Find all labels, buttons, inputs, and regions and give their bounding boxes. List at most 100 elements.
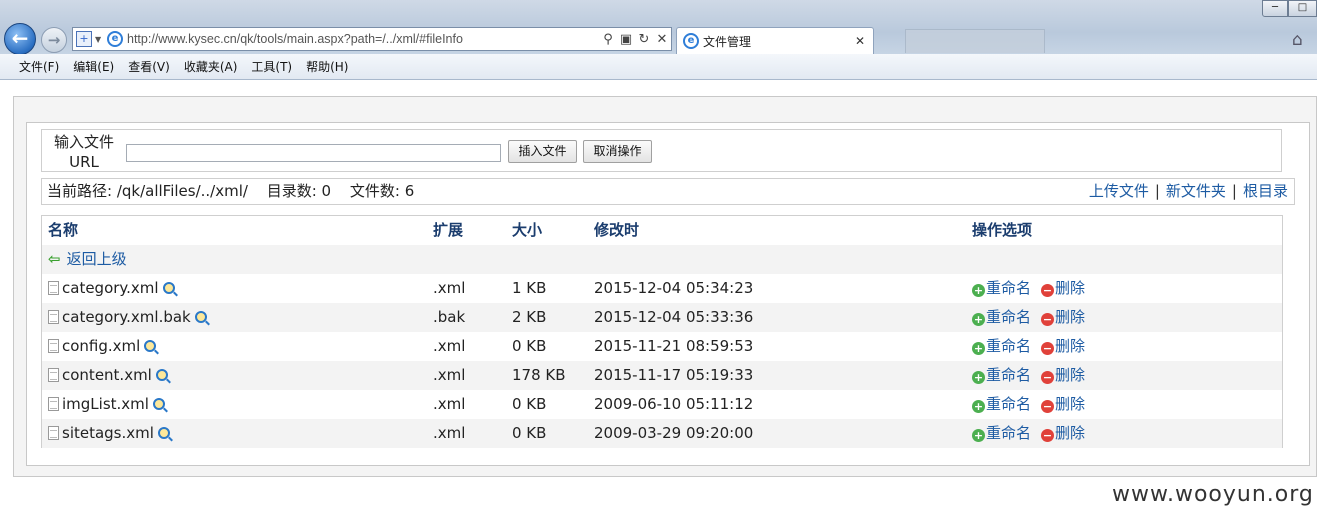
file-table: 名称 扩展 大小 修改时 操作选项 ⇦ 返回上级 category.xml .xm… (41, 215, 1283, 448)
file-size: 0 KB (512, 395, 547, 413)
file-count: 文件数: 6 (349, 182, 415, 200)
back-button[interactable]: ← (4, 23, 36, 55)
file-ext: .xml (433, 337, 466, 355)
page-icon[interactable]: + (76, 31, 92, 47)
preview-icon[interactable] (152, 398, 165, 410)
tab-label: 文件管理 (703, 34, 752, 49)
preview-icon[interactable] (155, 369, 168, 381)
new-folder-link[interactable]: 新文件夹 (1166, 182, 1226, 200)
rename-button[interactable]: + 重命名 (972, 337, 1031, 355)
menu-edit[interactable]: 编辑(E) (66, 58, 121, 75)
file-manager-panel: 输入文件URL 插入文件 取消操作 当前路径: /qk/allFiles/../… (26, 122, 1310, 466)
root-dir-link[interactable]: 根目录 (1243, 182, 1288, 200)
file-icon (48, 339, 59, 353)
close-icon[interactable]: ✕ (855, 34, 873, 48)
delete-button[interactable]: − 删除 (1041, 366, 1085, 384)
delete-button[interactable]: − 删除 (1041, 279, 1085, 297)
preview-icon[interactable] (162, 282, 175, 294)
tab-background[interactable] (905, 29, 1045, 53)
forward-button[interactable]: → (41, 27, 67, 53)
menu-view[interactable]: 查看(V) (121, 58, 177, 75)
minus-icon: − (1041, 284, 1055, 297)
ie-logo-icon: e (107, 31, 123, 47)
outer-panel: 输入文件URL 插入文件 取消操作 当前路径: /qk/allFiles/../… (13, 96, 1317, 477)
delete-button[interactable]: − 删除 (1041, 395, 1085, 413)
rename-button[interactable]: + 重命名 (972, 395, 1031, 413)
separator: | (1231, 182, 1237, 200)
home-icon[interactable]: ⌂ (1292, 30, 1303, 50)
file-size: 1 KB (512, 279, 547, 297)
menu-favorites[interactable]: 收藏夹(A) (177, 58, 245, 75)
plus-icon: + (972, 284, 985, 297)
menu-help[interactable]: 帮助(H) (299, 58, 355, 75)
watermark: www.wooyun.org (1112, 482, 1314, 507)
rename-button[interactable]: + 重命名 (972, 279, 1031, 297)
header-modified: 修改时 (594, 221, 640, 239)
table-header: 名称 扩展 大小 修改时 操作选项 (42, 216, 1282, 244)
file-ext: .xml (433, 279, 466, 297)
address-bar[interactable]: + ▼ e http://www.kysec.cn/qk/tools/main.… (72, 27, 672, 51)
rename-button[interactable]: + 重命名 (972, 308, 1031, 326)
file-ext: .xml (433, 424, 466, 442)
table-row: sitetags.xml .xml 0 KB 2009-03-29 09:20:… (42, 419, 1282, 448)
file-icon (48, 310, 59, 324)
refresh-icon[interactable]: ↻ (635, 32, 653, 47)
file-name[interactable]: category.xml (62, 279, 159, 297)
cancel-button[interactable]: 取消操作 (583, 140, 652, 163)
file-name[interactable]: category.xml.bak (62, 308, 191, 326)
url-text[interactable]: http://www.kysec.cn/qk/tools/main.aspx?p… (127, 32, 599, 46)
file-size: 178 KB (512, 366, 566, 384)
rename-button[interactable]: + 重命名 (972, 424, 1031, 442)
preview-icon[interactable] (144, 340, 157, 352)
tab-ie-icon: e (683, 33, 699, 49)
header-name: 名称 (48, 221, 79, 239)
minimize-icon[interactable]: ─ (1262, 0, 1288, 17)
file-name[interactable]: config.xml (62, 337, 140, 355)
plus-icon: + (972, 371, 985, 384)
url-label: 输入文件URL (53, 133, 114, 171)
back-row[interactable]: ⇦ 返回上级 (42, 245, 1282, 274)
table-row: imgList.xml .xml 0 KB 2009-06-10 05:11:1… (42, 390, 1282, 419)
file-size: 0 KB (512, 337, 547, 355)
compat-view-icon[interactable]: ▣ (617, 32, 635, 47)
menu-file[interactable]: 文件(F) (12, 58, 66, 75)
header-ext: 扩展 (433, 221, 464, 239)
menu-bar: 文件(F) 编辑(E) 查看(V) 收藏夹(A) 工具(T) 帮助(H) (0, 54, 1317, 80)
delete-button[interactable]: − 删除 (1041, 424, 1085, 442)
file-ext: .xml (433, 366, 466, 384)
plus-icon: + (972, 313, 985, 326)
delete-button[interactable]: − 删除 (1041, 337, 1085, 355)
preview-icon[interactable] (194, 311, 207, 323)
preview-icon[interactable] (157, 427, 170, 439)
file-icon (48, 426, 59, 440)
chevron-down-icon[interactable]: ▼ (95, 35, 103, 44)
file-name[interactable]: sitetags.xml (62, 424, 154, 442)
file-icon (48, 281, 59, 295)
file-size: 2 KB (512, 308, 547, 326)
separator: | (1154, 182, 1160, 200)
url-input[interactable] (126, 144, 501, 162)
header-actions: 操作选项 (972, 221, 1033, 239)
search-icon[interactable]: ⚲ (599, 32, 617, 47)
minus-icon: − (1041, 313, 1055, 326)
insert-file-button[interactable]: 插入文件 (508, 140, 577, 163)
file-name[interactable]: imgList.xml (62, 395, 149, 413)
file-name[interactable]: content.xml (62, 366, 152, 384)
stop-icon[interactable]: ✕ (653, 32, 671, 47)
delete-button[interactable]: − 删除 (1041, 308, 1085, 326)
tab-file-manager[interactable]: e 文件管理 ✕ (676, 27, 874, 54)
minus-icon: − (1041, 400, 1055, 413)
minus-icon: − (1041, 371, 1055, 384)
upload-file-link[interactable]: 上传文件 (1089, 182, 1149, 200)
file-modified: 2009-06-10 05:11:12 (594, 395, 754, 413)
back-link[interactable]: 返回上级 (67, 250, 127, 268)
file-modified: 2015-11-17 05:19:33 (594, 366, 754, 384)
maximize-icon[interactable]: □ (1288, 0, 1317, 17)
path-bar: 当前路径: /qk/allFiles/../xml/ 目录数: 0 文件数: 6… (41, 178, 1295, 205)
rename-button[interactable]: + 重命名 (972, 366, 1031, 384)
file-modified: 2015-12-04 05:33:36 (594, 308, 754, 326)
plus-icon: + (972, 342, 985, 355)
file-ext: .bak (433, 308, 466, 326)
file-size: 0 KB (512, 424, 547, 442)
menu-tools[interactable]: 工具(T) (244, 58, 299, 75)
